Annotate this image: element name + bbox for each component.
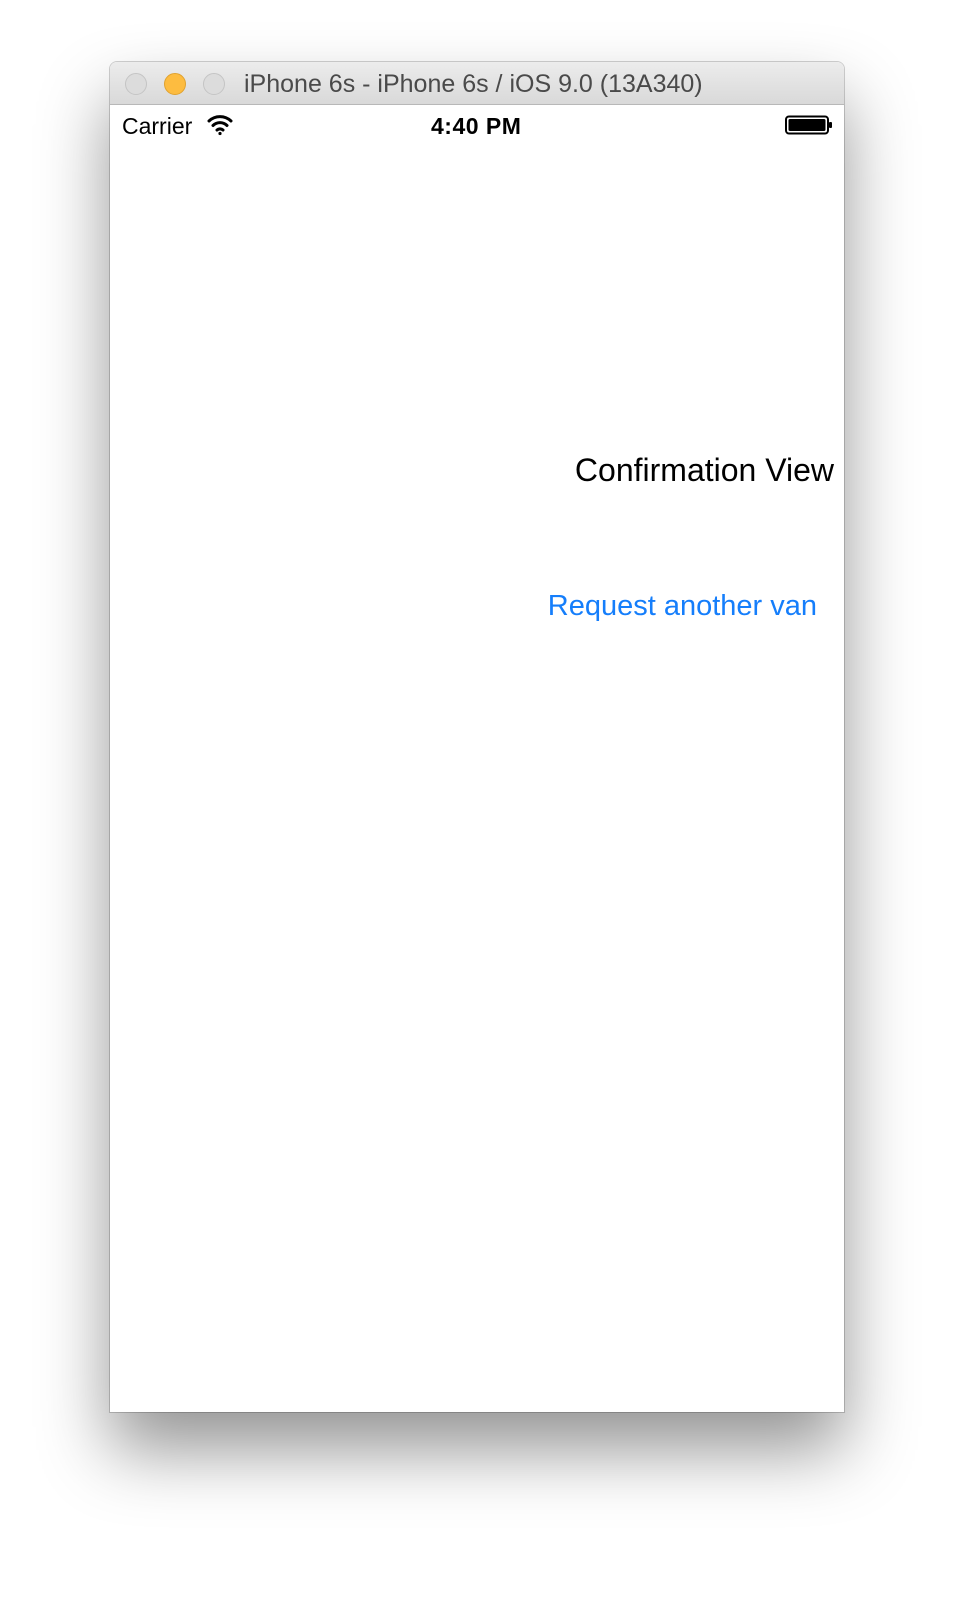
status-time: 4:40 PM [431, 113, 522, 139]
simulator-window: iPhone 6s - iPhone 6s / iOS 9.0 (13A340)… [110, 62, 844, 1412]
battery-icon [785, 115, 832, 135]
window-titlebar[interactable]: iPhone 6s - iPhone 6s / iOS 9.0 (13A340) [110, 62, 844, 105]
window-title: iPhone 6s - iPhone 6s / iOS 9.0 (13A340) [244, 70, 703, 98]
simulator-stage: iPhone 6s - iPhone 6s / iOS 9.0 (13A340)… [0, 0, 974, 1602]
request-another-van-button[interactable]: Request another van [548, 590, 817, 623]
status-bar: Carrier 4:40 PM [110, 105, 844, 145]
device-screen: Carrier 4:40 PM Confirmation View Reques… [110, 105, 844, 1412]
carrier-label: Carrier [122, 113, 193, 139]
minimize-icon[interactable] [164, 73, 186, 95]
zoom-icon[interactable] [203, 73, 225, 95]
wifi-icon [207, 115, 233, 136]
confirmation-view-label: Confirmation View [574, 452, 834, 488]
close-icon[interactable] [125, 73, 147, 95]
